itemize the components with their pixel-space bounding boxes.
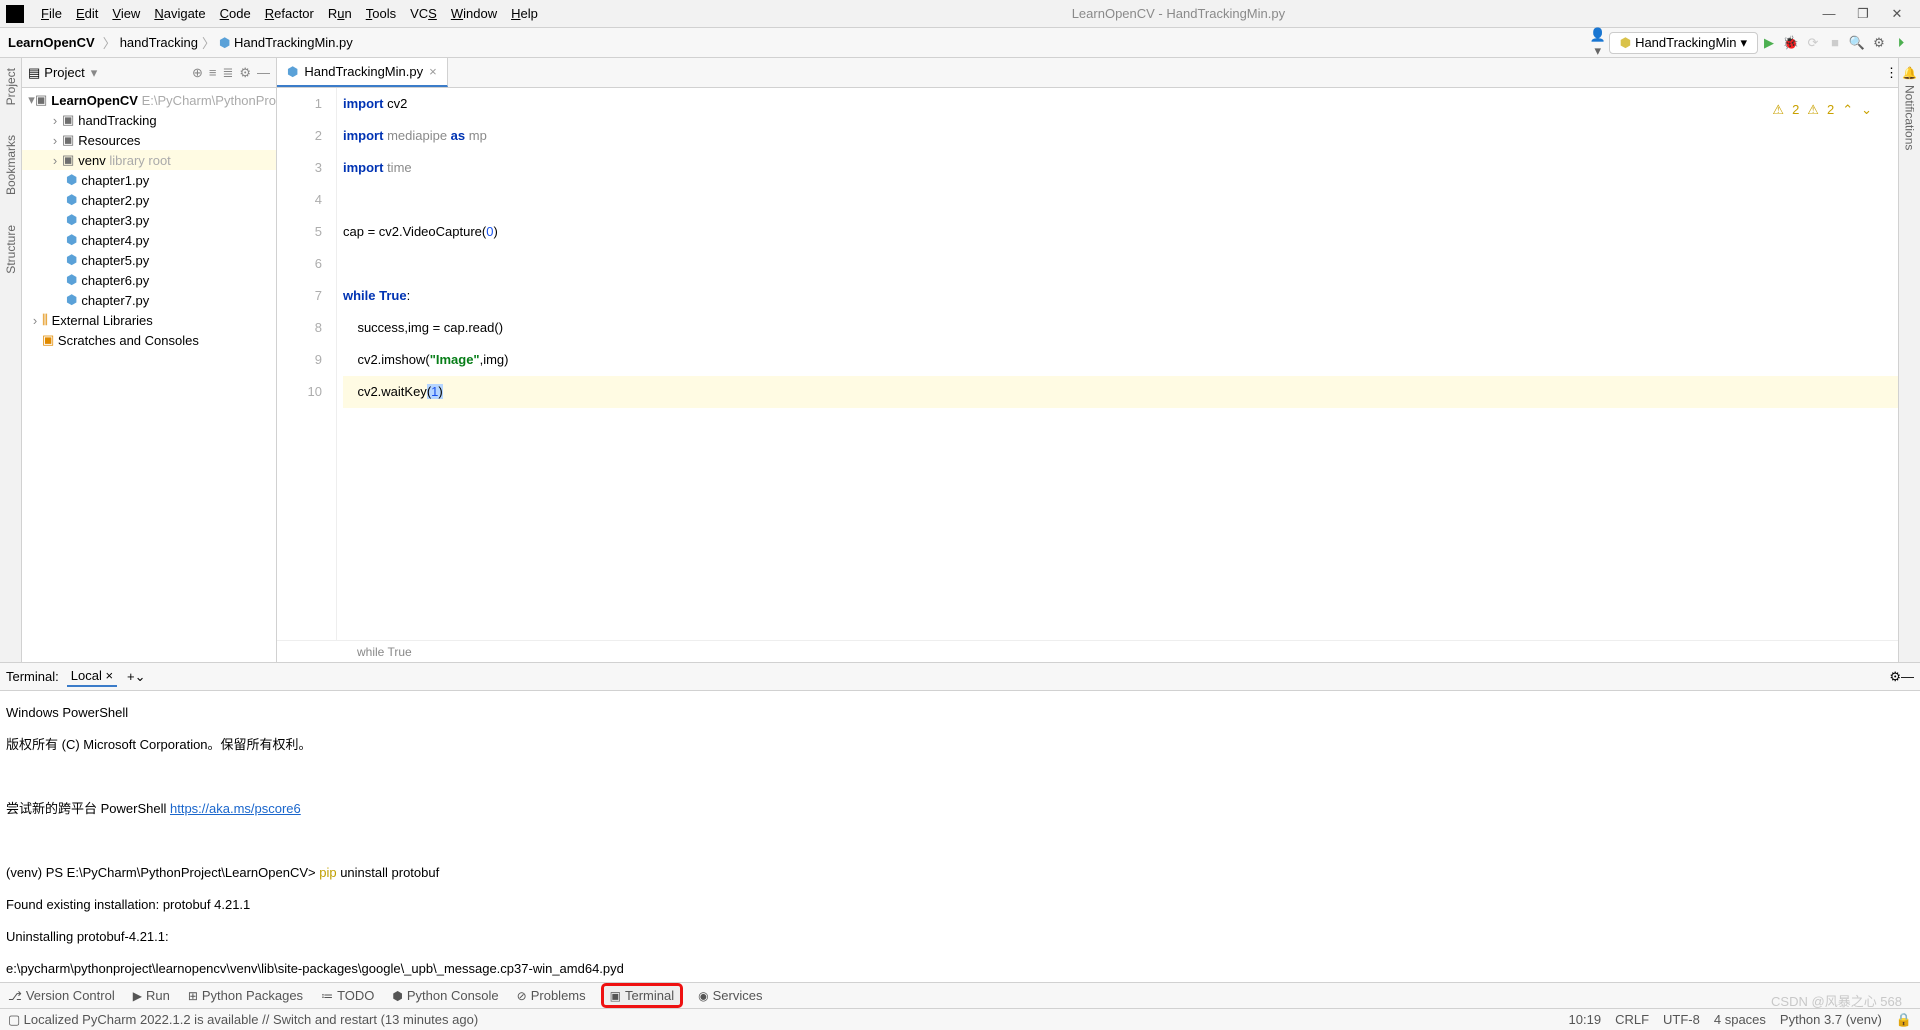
maximize-button[interactable]: ❐	[1846, 6, 1880, 22]
menu-vcs[interactable]: VCS	[403, 6, 444, 21]
run-button[interactable]: ▶	[1758, 35, 1780, 51]
menu-help[interactable]: Help	[504, 6, 545, 21]
lock-icon[interactable]: 🔒	[1896, 1012, 1912, 1028]
menu-file[interactable]: File	[34, 6, 69, 21]
user-icon[interactable]: 👤▾	[1587, 27, 1609, 59]
tree-file[interactable]: ⬢chapter5.py	[22, 250, 276, 270]
warning-icon: ⚠	[1772, 94, 1784, 126]
python-console-tab[interactable]: ⬢ Python Console	[392, 988, 498, 1003]
window-title: LearnOpenCV - HandTrackingMin.py	[545, 6, 1812, 21]
tree-file[interactable]: ⬢chapter6.py	[22, 270, 276, 290]
close-button[interactable]: ✕	[1880, 6, 1914, 22]
tree-file[interactable]: ⬢chapter4.py	[22, 230, 276, 250]
tree-file[interactable]: ⬢chapter7.py	[22, 290, 276, 310]
notifications-stripe[interactable]: Notifications	[1903, 85, 1917, 150]
coverage-button[interactable]: ⟳	[1802, 35, 1824, 51]
hide-icon[interactable]: —	[257, 65, 270, 80]
terminal-output[interactable]: Windows PowerShell版权所有 (C) Microsoft Cor…	[0, 691, 1920, 982]
menu-code[interactable]: Code	[213, 6, 258, 21]
editor-tab[interactable]: ⬢ HandTrackingMin.py ×	[277, 58, 448, 87]
menu-edit[interactable]: Edit	[69, 6, 105, 21]
problems-tab[interactable]: ⊘ Problems	[517, 988, 586, 1003]
version-control-tab[interactable]: ⎇ Version Control	[8, 988, 115, 1003]
terminal-tab-button[interactable]: ▣ Terminal	[604, 986, 680, 1005]
stop-button[interactable]: ■	[1824, 35, 1846, 50]
project-panel: ▤ Project ▾ ⊕ ≡ ≣ ⚙ — ▾▣LearnOpenCV E:\P…	[22, 58, 277, 662]
menu-bar: File Edit View Navigate Code Refactor Ru…	[0, 0, 1920, 28]
terminal-label: Terminal:	[6, 669, 59, 684]
structure-stripe[interactable]: Structure	[4, 225, 18, 274]
editor-area: ⬢ HandTrackingMin.py × ⋮ 12345678910 ⚠2 …	[277, 58, 1898, 662]
folder-icon: ▤	[28, 65, 40, 81]
todo-tab[interactable]: ≔ TODO	[321, 988, 374, 1003]
tree-file[interactable]: ⬢chapter3.py	[22, 210, 276, 230]
gear-icon[interactable]: ⚙	[239, 65, 251, 81]
editor-breadcrumb[interactable]: while True	[277, 640, 1898, 662]
terminal-panel: Terminal: Local × + ⌄ ⚙ — Windows PowerS…	[0, 662, 1920, 982]
tab-menu-icon[interactable]: ⋮	[1885, 65, 1898, 81]
breadcrumb-root[interactable]: LearnOpenCV	[8, 35, 95, 50]
run-config-selector[interactable]: ⬢ HandTrackingMin▾	[1609, 32, 1758, 54]
settings-icon[interactable]: ⚙	[1868, 35, 1890, 51]
project-label: Project	[44, 65, 84, 80]
locate-icon[interactable]: ⊕	[192, 65, 203, 81]
status-icon: ▢	[8, 1012, 20, 1028]
bookmarks-stripe[interactable]: Bookmarks	[4, 135, 18, 195]
menu-refactor[interactable]: Refactor	[258, 6, 321, 21]
code-editor[interactable]: 12345678910 ⚠2 ⚠2 ⌃⌄ import cv2import me…	[277, 88, 1898, 640]
menu-tools[interactable]: Tools	[359, 6, 403, 21]
app-logo-icon	[6, 5, 24, 23]
breadcrumb-folder[interactable]: handTracking	[120, 35, 198, 50]
menu-run[interactable]: Run	[321, 6, 359, 21]
left-toolbar: Project Bookmarks Structure	[0, 58, 22, 662]
project-tree[interactable]: ▾▣LearnOpenCV E:\PyCharm\PythonPro ›▣han…	[22, 88, 276, 662]
terminal-tab[interactable]: Local ×	[67, 666, 117, 687]
interpreter[interactable]: Python 3.7 (venv)	[1780, 1012, 1882, 1027]
notifications-icon[interactable]: 🔔	[1903, 66, 1917, 81]
line-ending[interactable]: CRLF	[1615, 1012, 1649, 1027]
status-message[interactable]: Localized PyCharm 2022.1.2 is available …	[24, 1012, 479, 1027]
run-tab[interactable]: ▶ Run	[133, 988, 170, 1003]
menu-window[interactable]: Window	[444, 6, 504, 21]
menu-view[interactable]: View	[105, 6, 147, 21]
expand-icon[interactable]: ≡	[209, 65, 217, 80]
python-packages-tab[interactable]: ⊞ Python Packages	[188, 988, 303, 1003]
terminal-gear-icon[interactable]: ⚙	[1889, 669, 1901, 685]
terminal-dropdown-icon[interactable]: ⌄	[135, 669, 146, 685]
run-anything-icon[interactable]: ⏵	[1890, 35, 1912, 51]
terminal-hide-icon[interactable]: —	[1901, 669, 1914, 684]
debug-button[interactable]: 🐞	[1780, 35, 1802, 51]
search-icon[interactable]: 🔍	[1846, 35, 1868, 51]
bottom-toolbar: ⎇ Version Control ▶ Run ⊞ Python Package…	[0, 982, 1920, 1008]
breadcrumb-file[interactable]: HandTrackingMin.py	[234, 35, 353, 50]
tree-file[interactable]: ⬢chapter2.py	[22, 190, 276, 210]
right-toolbar: 🔔 Notifications	[1898, 58, 1920, 662]
minimize-button[interactable]: —	[1812, 6, 1846, 21]
navigation-bar: LearnOpenCV 〉 handTracking 〉 ⬢ HandTrack…	[0, 28, 1920, 58]
file-encoding[interactable]: UTF-8	[1663, 1012, 1700, 1027]
close-tab-icon[interactable]: ×	[429, 64, 437, 79]
project-stripe[interactable]: Project	[4, 68, 18, 105]
collapse-icon[interactable]: ≣	[222, 65, 233, 81]
status-bar: ▢ Localized PyCharm 2022.1.2 is availabl…	[0, 1008, 1920, 1030]
warning-icon: ⚠	[1807, 94, 1819, 126]
indent-setting[interactable]: 4 spaces	[1714, 1012, 1766, 1027]
services-tab[interactable]: ◉ Services	[698, 988, 762, 1003]
inspection-widget[interactable]: ⚠2 ⚠2 ⌃⌄	[1772, 94, 1872, 126]
menu-navigate[interactable]: Navigate	[147, 6, 212, 21]
tree-file[interactable]: ⬢chapter1.py	[22, 170, 276, 190]
new-terminal-icon[interactable]: +	[127, 669, 135, 684]
caret-position[interactable]: 10:19	[1569, 1012, 1602, 1027]
